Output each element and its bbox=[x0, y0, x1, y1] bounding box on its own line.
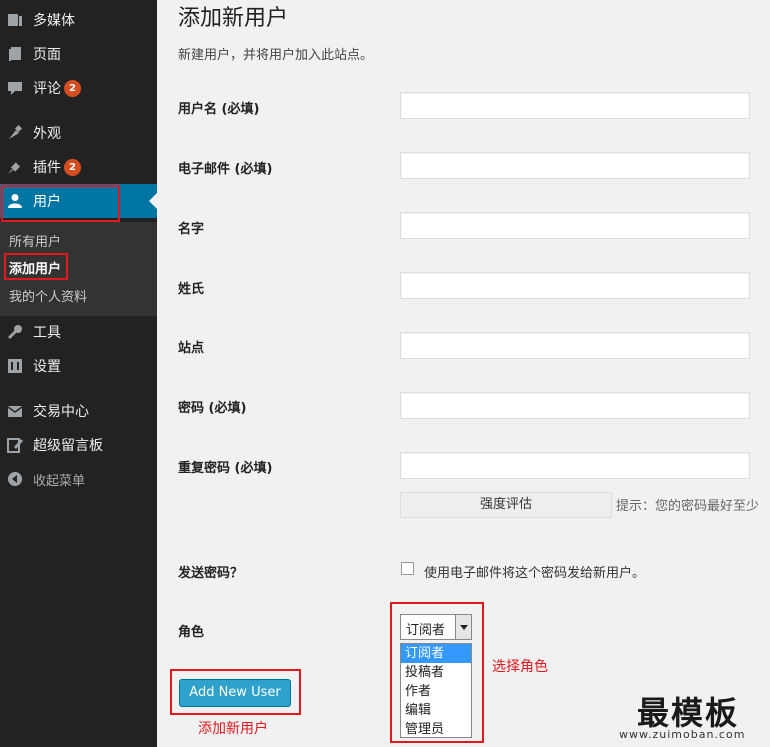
sidebar-item-tools[interactable]: 工具 bbox=[0, 315, 157, 349]
role-label: 角色 bbox=[178, 625, 205, 640]
sidebar-item-label: 页面 bbox=[33, 47, 61, 63]
add-user-button-highlight-box bbox=[170, 669, 301, 715]
email-input[interactable] bbox=[400, 152, 750, 179]
watermark-url: www.zuimoban.com bbox=[619, 728, 746, 741]
sidebar-item-label: 多媒体 bbox=[33, 13, 75, 29]
username-label: 用户名 (必填) bbox=[178, 102, 260, 117]
last-name-input[interactable] bbox=[400, 272, 750, 299]
password-repeat-label: 重复密码 (必填) bbox=[178, 461, 273, 476]
sidebar-item-appearance[interactable]: 外观 bbox=[0, 116, 157, 150]
password-hint: 提示：您的密码最好至少 bbox=[616, 499, 760, 514]
sidebar-item-label: 工具 bbox=[33, 325, 61, 341]
plugins-count-badge: 2 bbox=[64, 158, 81, 176]
sidebar-item-settings[interactable]: 设置 bbox=[0, 349, 157, 383]
password-repeat-input[interactable] bbox=[400, 452, 750, 479]
comments-icon bbox=[7, 80, 23, 96]
sidebar-item-store[interactable]: 交易中心 bbox=[0, 394, 157, 428]
username-input[interactable] bbox=[400, 92, 750, 119]
page-title: 添加新用户 bbox=[178, 6, 289, 31]
collapse-icon bbox=[7, 471, 23, 487]
first-name-label: 名字 bbox=[178, 222, 205, 237]
sidebar-item-label: 收起菜单 bbox=[33, 473, 86, 489]
sidebar-item-media[interactable]: 多媒体 bbox=[0, 3, 157, 37]
store-icon bbox=[7, 403, 23, 419]
sidebar-item-label: 交易中心 bbox=[33, 404, 89, 420]
comments-count-badge: 2 bbox=[64, 79, 81, 97]
tools-icon bbox=[7, 324, 23, 340]
media-icon bbox=[7, 12, 23, 28]
send-password-checkbox[interactable] bbox=[401, 562, 414, 575]
active-arrow-indicator bbox=[149, 193, 157, 209]
role-highlight-box bbox=[390, 602, 484, 743]
sidebar-item-label: 设置 bbox=[33, 359, 61, 375]
first-name-input[interactable] bbox=[400, 212, 750, 239]
add-user-annotation: 添加新用户 bbox=[198, 721, 268, 737]
main-content: 添加新用户 新建用户，并将用户加入此站点。 用户名 (必填) 电子邮件 (必填)… bbox=[157, 0, 770, 747]
password-strength-indicator: 强度评估 bbox=[400, 492, 612, 518]
sidebar-item-comments[interactable]: 评论 2 bbox=[0, 71, 157, 105]
appearance-icon bbox=[7, 125, 23, 141]
submenu-all-users[interactable]: 所有用户 bbox=[9, 231, 61, 250]
last-name-label: 姓氏 bbox=[178, 282, 205, 297]
website-input[interactable] bbox=[400, 332, 750, 359]
send-password-label: 发送密码？ bbox=[178, 566, 244, 581]
website-label: 站点 bbox=[178, 341, 205, 356]
sidebar-item-label: 外观 bbox=[33, 126, 61, 142]
pages-icon bbox=[7, 46, 23, 62]
sidebar-item-pages[interactable]: 页面 bbox=[0, 37, 157, 71]
sidebar-item-label: 超级留言板 bbox=[33, 438, 103, 454]
password-label: 密码 (必填) bbox=[178, 401, 247, 416]
settings-icon bbox=[7, 358, 23, 374]
sidebar-item-label: 评论 bbox=[33, 81, 61, 97]
sidebar-item-label: 插件 bbox=[33, 160, 61, 176]
sidebar-item-collapse[interactable]: 收起菜单 bbox=[0, 462, 157, 496]
sidebar-item-guestbook[interactable]: 超级留言板 bbox=[0, 428, 157, 462]
password-input[interactable] bbox=[400, 392, 750, 419]
admin-sidebar: 多媒体 页面 评论 2 外观 插件 2 用户 所有用户 添加用户 我的个人资料 … bbox=[0, 0, 157, 747]
page-description: 新建用户，并将用户加入此站点。 bbox=[178, 48, 374, 63]
send-password-checkbox-label[interactable]: 使用电子邮件将这个密码发给新用户。 bbox=[424, 562, 645, 581]
users-highlight-box bbox=[1, 185, 120, 222]
add-user-highlight-box bbox=[4, 253, 68, 280]
submenu-my-profile[interactable]: 我的个人资料 bbox=[9, 286, 87, 305]
role-annotation: 选择角色 bbox=[492, 659, 548, 675]
sidebar-item-plugins[interactable]: 插件 2 bbox=[0, 150, 157, 184]
guestbook-icon bbox=[7, 437, 23, 453]
email-label: 电子邮件 (必填) bbox=[178, 162, 273, 177]
plugins-icon bbox=[7, 159, 23, 175]
